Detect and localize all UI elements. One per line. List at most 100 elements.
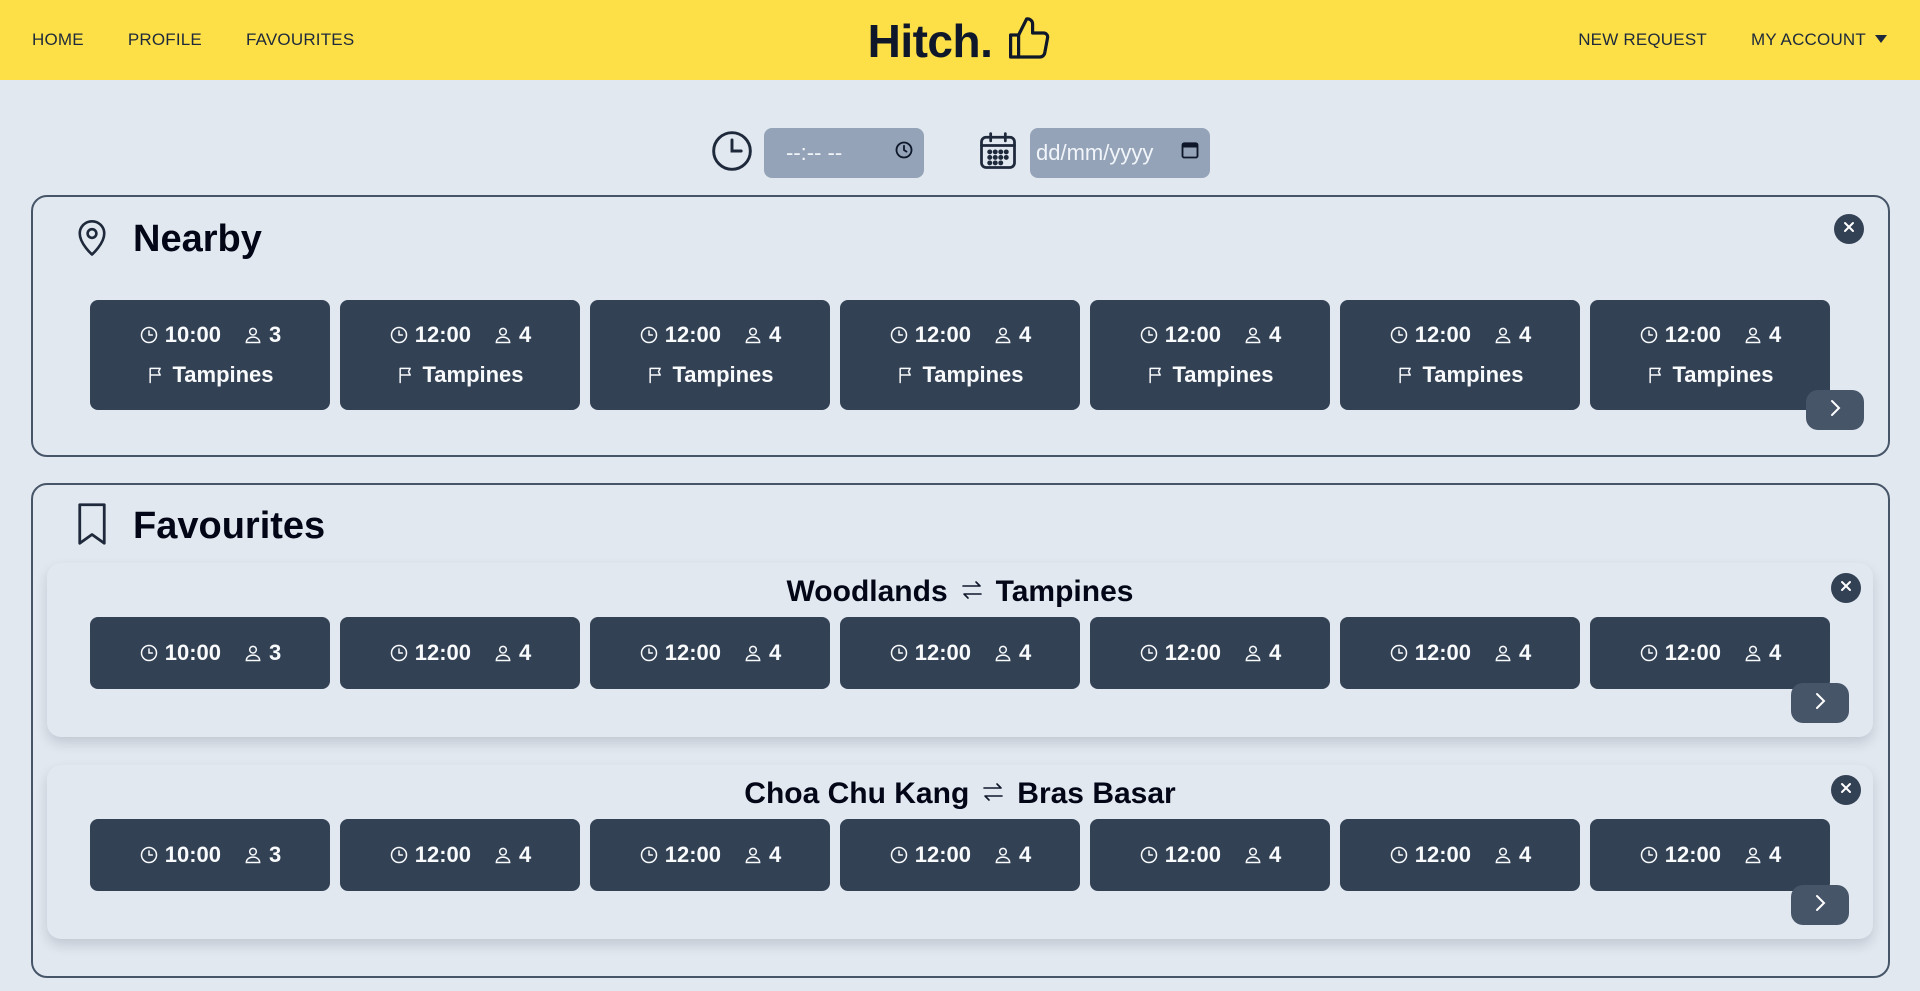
ride-card[interactable]: 12:00 4 bbox=[1090, 819, 1330, 891]
ride-destination: Tampines bbox=[646, 362, 774, 388]
ride-card[interactable]: 12:00 4 Tampines bbox=[340, 300, 580, 410]
ride-seats: 4 bbox=[1519, 842, 1532, 867]
clock-icon bbox=[889, 845, 909, 865]
ride-card[interactable]: 12:00 4 Tampines bbox=[590, 300, 830, 410]
top-navbar: HOME PROFILE FAVOURITES Hitch. NEW REQUE… bbox=[0, 0, 1920, 80]
ride-time-seats: 12:00 4 bbox=[389, 842, 532, 868]
user-icon bbox=[743, 325, 763, 345]
clock-icon bbox=[639, 845, 659, 865]
ride-time-seats: 12:00 4 bbox=[1389, 640, 1531, 666]
ride-time: 12:00 bbox=[414, 640, 472, 665]
user-icon bbox=[993, 325, 1013, 345]
clock-icon bbox=[389, 643, 409, 663]
time-input[interactable]: --:-- -- bbox=[764, 128, 924, 178]
nav-profile-link[interactable]: PROFILE bbox=[128, 30, 202, 50]
date-input-calendar-icon[interactable] bbox=[1180, 140, 1200, 166]
ride-time: 10:00 bbox=[164, 322, 222, 347]
ride-card[interactable]: 12:00 4 bbox=[590, 617, 830, 689]
ride-card[interactable]: 12:00 4 bbox=[840, 819, 1080, 891]
ride-card[interactable]: 12:00 4 bbox=[340, 617, 580, 689]
date-input[interactable]: dd/mm/yyyy bbox=[1030, 128, 1210, 178]
clock-icon bbox=[389, 845, 409, 865]
ride-seats: 4 bbox=[769, 842, 782, 867]
ride-time: 10:00 bbox=[164, 842, 222, 867]
nearby-rides-row: 10:00 3 Tampines 12:00 4 Tampines 12:00 4 Tampin… bbox=[90, 300, 1830, 410]
ride-time-seats: 12:00 4 bbox=[889, 842, 1031, 868]
ride-card[interactable]: 12:00 4 bbox=[1590, 819, 1830, 891]
user-icon bbox=[243, 643, 263, 663]
ride-destination: Tampines bbox=[1646, 362, 1774, 388]
ride-time: 12:00 bbox=[1664, 842, 1722, 867]
date-picker: dd/mm/yyyy bbox=[976, 128, 1210, 178]
user-icon bbox=[993, 643, 1013, 663]
new-request-link[interactable]: NEW REQUEST bbox=[1578, 30, 1707, 50]
favourite-route-card: Choa Chu Kang Bras Basar 10:00 3 12:00 4 12:… bbox=[47, 765, 1873, 939]
ride-card[interactable]: 12:00 4 Tampines bbox=[1340, 300, 1580, 410]
ride-time-seats: 12:00 4 bbox=[889, 322, 1032, 348]
ride-seats: 4 bbox=[1519, 322, 1532, 347]
ride-card[interactable]: 12:00 4 bbox=[1340, 617, 1580, 689]
flag-icon bbox=[896, 365, 916, 385]
ride-time-seats: 12:00 4 bbox=[1389, 322, 1532, 348]
chevron-right-icon bbox=[1813, 691, 1827, 716]
swap-arrows-icon bbox=[960, 575, 984, 609]
ride-time-seats: 12:00 4 bbox=[1139, 322, 1281, 348]
swap-arrows-icon bbox=[981, 777, 1005, 811]
ride-time-seats: 12:00 4 bbox=[1639, 640, 1781, 666]
user-icon bbox=[243, 325, 263, 345]
ride-time-seats: 12:00 4 bbox=[1639, 842, 1781, 868]
ride-card[interactable]: 12:00 4 Tampines bbox=[1590, 300, 1830, 410]
ride-card[interactable]: 12:00 4 Tampines bbox=[840, 300, 1080, 410]
ride-card[interactable]: 12:00 4 bbox=[1340, 819, 1580, 891]
user-icon bbox=[1243, 643, 1263, 663]
ride-seats: 4 bbox=[519, 842, 532, 867]
thumbs-up-icon bbox=[1004, 15, 1052, 68]
user-icon bbox=[1243, 845, 1263, 865]
ride-destination: Tampines bbox=[146, 362, 274, 388]
favourite-next-button[interactable] bbox=[1791, 885, 1849, 925]
ride-card[interactable]: 12:00 4 bbox=[340, 819, 580, 891]
ride-time: 12:00 bbox=[414, 322, 472, 347]
ride-card[interactable]: 10:00 3 bbox=[90, 819, 330, 891]
ride-destination-label: Tampines bbox=[1172, 362, 1274, 387]
my-account-dropdown[interactable]: MY ACCOUNT bbox=[1751, 30, 1888, 50]
ride-destination-label: Tampines bbox=[422, 362, 524, 387]
ride-time-seats: 12:00 4 bbox=[889, 640, 1031, 666]
ride-card[interactable]: 10:00 3 Tampines bbox=[90, 300, 330, 410]
brand-logo[interactable]: Hitch. bbox=[868, 14, 1053, 68]
ride-card[interactable]: 12:00 4 bbox=[840, 617, 1080, 689]
nearby-close-button[interactable] bbox=[1834, 214, 1864, 244]
user-icon bbox=[1493, 325, 1513, 345]
ride-card[interactable]: 12:00 4 bbox=[1090, 617, 1330, 689]
ride-time-seats: 12:00 4 bbox=[1639, 322, 1781, 348]
time-input-clock-icon[interactable] bbox=[894, 140, 914, 166]
ride-time-seats: 12:00 4 bbox=[1389, 842, 1532, 868]
nearby-next-button[interactable] bbox=[1806, 390, 1864, 430]
favourite-close-button[interactable] bbox=[1831, 573, 1861, 603]
bookmark-icon bbox=[71, 501, 113, 552]
ride-time-seats: 12:00 4 bbox=[639, 322, 781, 348]
ride-destination: Tampines bbox=[396, 362, 524, 388]
ride-time: 12:00 bbox=[414, 842, 472, 867]
ride-time: 12:00 bbox=[1164, 322, 1222, 347]
ride-time: 12:00 bbox=[664, 640, 722, 665]
clock-icon bbox=[1139, 845, 1159, 865]
ride-card[interactable]: 12:00 4 bbox=[590, 819, 830, 891]
favourite-next-button[interactable] bbox=[1791, 683, 1849, 723]
ride-time: 12:00 bbox=[664, 322, 722, 347]
user-icon bbox=[1743, 325, 1763, 345]
ride-card[interactable]: 12:00 4 bbox=[1590, 617, 1830, 689]
ride-card[interactable]: 12:00 4 Tampines bbox=[1090, 300, 1330, 410]
nav-home-link[interactable]: HOME bbox=[32, 30, 84, 50]
favourite-route-card: Woodlands Tampines 10:00 3 12:00 4 12:00 4 12:… bbox=[47, 563, 1873, 737]
clock-icon bbox=[389, 325, 409, 345]
ride-destination-label: Tampines bbox=[1422, 362, 1524, 387]
nav-favourites-link[interactable]: FAVOURITES bbox=[246, 30, 354, 50]
ride-card[interactable]: 10:00 3 bbox=[90, 617, 330, 689]
clock-icon bbox=[639, 325, 659, 345]
ride-time: 12:00 bbox=[1414, 322, 1472, 347]
favourite-close-button[interactable] bbox=[1831, 775, 1861, 805]
nearby-panel: Nearby 10:00 3 Tampines 12:00 4 Tampines 12:00… bbox=[31, 195, 1890, 457]
ride-time-seats: 12:00 4 bbox=[1139, 640, 1281, 666]
ride-seats: 4 bbox=[1019, 322, 1032, 347]
